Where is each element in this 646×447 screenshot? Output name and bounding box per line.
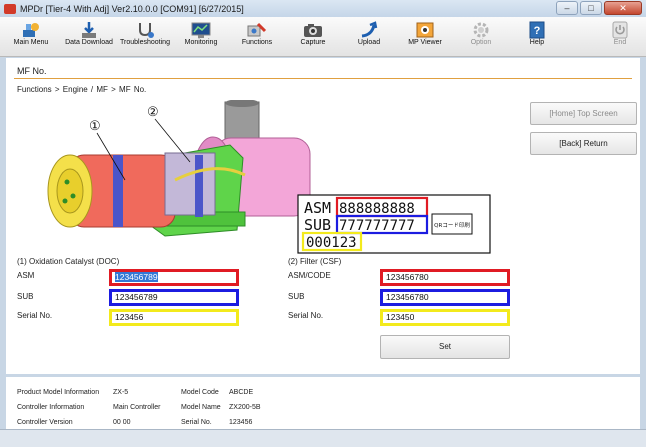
callout-1: ①: [89, 118, 101, 133]
toolbar-data-download[interactable]: Data Download: [61, 19, 117, 55]
gear-icon: [470, 21, 492, 39]
csf-serial-label: Serial No.: [288, 311, 324, 320]
toolbar-upload[interactable]: Upload: [341, 19, 397, 55]
power-icon: [609, 21, 631, 39]
csf-heading: (2) Filter (CSF): [288, 257, 342, 266]
toolbar-troubleshooting[interactable]: Troubleshooting: [117, 19, 173, 55]
nameplate-asm-value: 888888888: [339, 201, 415, 217]
serial-no-value: 123456: [229, 419, 253, 426]
app-icon: [4, 3, 16, 14]
model-code-label: Model Code: [181, 389, 219, 396]
toolbar-help[interactable]: ? Help: [509, 19, 565, 55]
doc-sub-label: SUB: [17, 292, 34, 301]
doc-sub-field[interactable]: 123456789: [109, 289, 239, 306]
breadcrumb: Functions > Engine / MF > MF No.: [17, 85, 147, 94]
svg-text:?: ?: [534, 25, 541, 37]
upload-icon: [358, 21, 380, 39]
toolbar-main-menu[interactable]: Main Menu: [3, 19, 59, 55]
toolbar-monitoring[interactable]: Monitoring: [173, 19, 229, 55]
title-divider: [14, 78, 632, 79]
main-panel: MF No. Functions > Engine / MF > MF No.: [6, 58, 640, 374]
toolbar-option[interactable]: Option: [453, 19, 509, 55]
nameplate-serial-value: 000123: [306, 235, 357, 251]
nameplate-qr-label: QRコード印刷: [434, 221, 470, 229]
home-top-screen-button[interactable]: [Home] Top Screen: [530, 102, 637, 125]
doc-serial-label: Serial No.: [17, 311, 53, 320]
functions-icon: [246, 21, 268, 39]
data-download-icon: [78, 21, 100, 39]
toolbar-mp-viewer[interactable]: MP Viewer: [397, 19, 453, 55]
nameplate-asm-label: ASM: [304, 199, 331, 217]
csf-serial-field[interactable]: 123450: [380, 309, 510, 326]
maximize-button[interactable]: □: [580, 1, 602, 15]
csf-asm-label: ASM/CODE: [288, 271, 331, 280]
minimize-button[interactable]: –: [556, 1, 578, 15]
nameplate-sub-label: SUB: [304, 216, 331, 234]
main-menu-icon: [20, 21, 42, 39]
nameplate-sub-value: 777777777: [339, 218, 415, 234]
help-icon: ?: [526, 21, 548, 39]
engine-illustration: ① ② ASM 888888888 SUB 777777777 000123 Q…: [15, 99, 498, 256]
csf-sub-field[interactable]: 123456780: [380, 289, 510, 306]
set-button[interactable]: Set: [380, 335, 510, 359]
toolbar-functions[interactable]: Functions: [229, 19, 285, 55]
csf-asm-field[interactable]: 123456780: [380, 269, 510, 286]
product-model-label: Product Model Information: [17, 389, 100, 396]
stethoscope-icon: [134, 21, 156, 39]
serial-no-label: Serial No.: [181, 419, 212, 426]
model-name-value: ZX200-5B: [229, 404, 261, 411]
back-return-button[interactable]: [Back] Return: [530, 132, 637, 155]
window-title: MPDr [Tier-4 With Adj] Ver2.10.0.0 [COM9…: [20, 3, 244, 14]
monitoring-icon: [190, 21, 212, 39]
controller-version-label: Controller Version: [17, 419, 73, 426]
toolbar-capture[interactable]: Capture: [285, 19, 341, 55]
controller-info-value: Main Controller: [113, 404, 161, 411]
model-code-value: ABCDE: [229, 389, 254, 396]
status-bar: [0, 429, 646, 447]
callout-2: ②: [147, 104, 159, 119]
camera-icon: [302, 21, 324, 39]
controller-version-value: 00 00: [113, 419, 131, 426]
machine-info-panel: Product Model Information ZX-5 Controlle…: [6, 377, 640, 437]
doc-asm-field[interactable]: 123456789: [109, 269, 239, 286]
model-name-label: Model Name: [181, 404, 221, 411]
window-controls: – □ ✕: [556, 1, 642, 15]
doc-asm-label: ASM: [17, 271, 35, 280]
doc-serial-field[interactable]: 123456: [109, 309, 239, 326]
aftertreatment-diagram: ① ② ASM 888888888 SUB 777777777 000123 Q…: [47, 99, 491, 254]
page-title: MF No.: [17, 66, 47, 76]
toolbar-end[interactable]: End: [592, 19, 646, 55]
toolbar: Main Menu Data Download Troubleshooting …: [0, 17, 646, 57]
close-button[interactable]: ✕: [604, 1, 642, 15]
title-bar: MPDr [Tier-4 With Adj] Ver2.10.0.0 [COM9…: [0, 0, 646, 17]
csf-sub-label: SUB: [288, 292, 305, 301]
controller-info-label: Controller Information: [17, 404, 85, 411]
doc-heading: (1) Oxidation Catalyst (DOC): [17, 257, 120, 266]
mp-viewer-icon: [414, 21, 436, 39]
product-model-value: ZX-5: [113, 389, 129, 396]
